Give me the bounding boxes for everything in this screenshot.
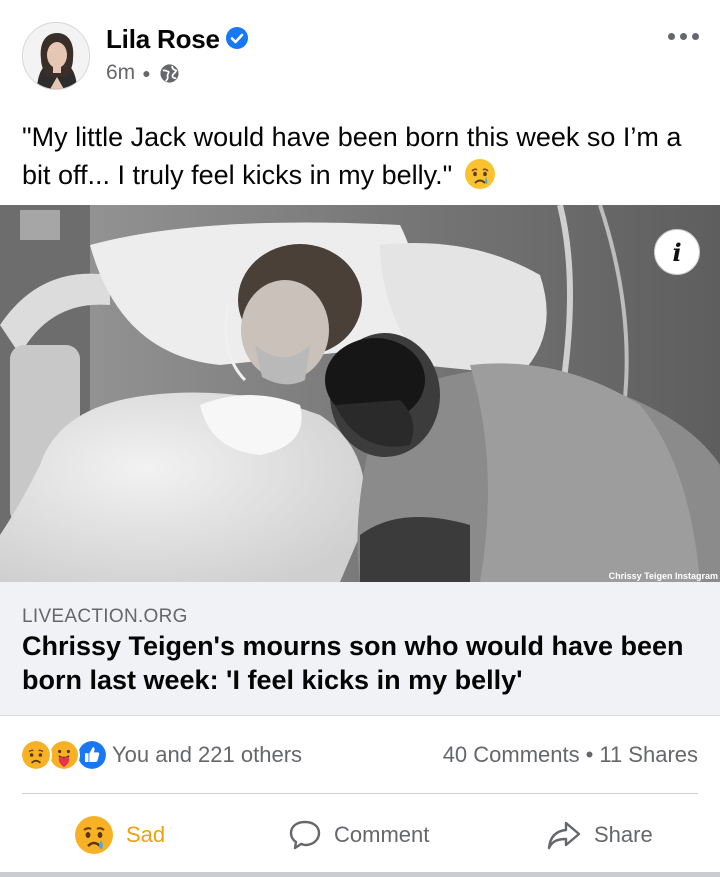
action-divider (22, 793, 698, 794)
more-options-icon[interactable] (666, 22, 700, 50)
photo-credit: Chrissy Teigen Instagram (608, 571, 718, 581)
post-caption: "My little Jack would have been born thi… (22, 118, 698, 194)
link-preview[interactable]: LIVEACTION.ORG Chrissy Teigen's mourns s… (0, 582, 720, 716)
engagement-counts: 40 Comments • 11 Shares (443, 742, 698, 768)
info-button[interactable]: i (654, 229, 700, 275)
sad-face-icon (75, 816, 113, 854)
comment-button[interactable]: Comment (288, 810, 429, 860)
reaction-summary[interactable]: You and 221 others (20, 737, 302, 773)
reaction-icons (20, 739, 108, 771)
sad-reaction-icon (20, 739, 52, 771)
shares-count[interactable]: 11 Shares (599, 742, 698, 767)
crying-face-emoji (464, 159, 495, 189)
comment-icon (289, 820, 321, 850)
link-headline[interactable]: Chrissy Teigen's mourns son who would ha… (22, 629, 702, 697)
counts-separator: • (585, 742, 594, 767)
comment-label: Comment (334, 822, 430, 847)
post-separator (0, 872, 720, 877)
post-time[interactable]: 6m (106, 61, 135, 85)
share-label: Share (594, 822, 653, 847)
link-domain: LIVEACTION.ORG (22, 606, 188, 627)
comments-count[interactable]: 40 Comments (443, 742, 580, 767)
meta-separator: ● (142, 65, 151, 81)
author-avatar[interactable] (22, 22, 90, 90)
post-meta: 6m ● (106, 61, 180, 85)
verified-badge-icon (226, 27, 248, 49)
globe-icon (160, 63, 179, 83)
sad-label: Sad (126, 822, 166, 847)
share-button[interactable]: Share (546, 810, 653, 860)
like-reaction-icon (76, 739, 108, 771)
sad-reaction-button[interactable]: Sad (74, 810, 165, 860)
care-reaction-icon (48, 739, 80, 771)
post-image[interactable]: i Chrissy Teigen Instagram (0, 205, 720, 582)
share-arrow-icon (547, 821, 581, 850)
feed-post: Lila Rose 6m ● "My little Jack would hav… (0, 0, 720, 877)
post-caption-text: "My little Jack would have been born thi… (22, 122, 682, 190)
reactions-text[interactable]: You and 221 others (112, 742, 302, 768)
author-name[interactable]: Lila Rose (106, 24, 220, 55)
